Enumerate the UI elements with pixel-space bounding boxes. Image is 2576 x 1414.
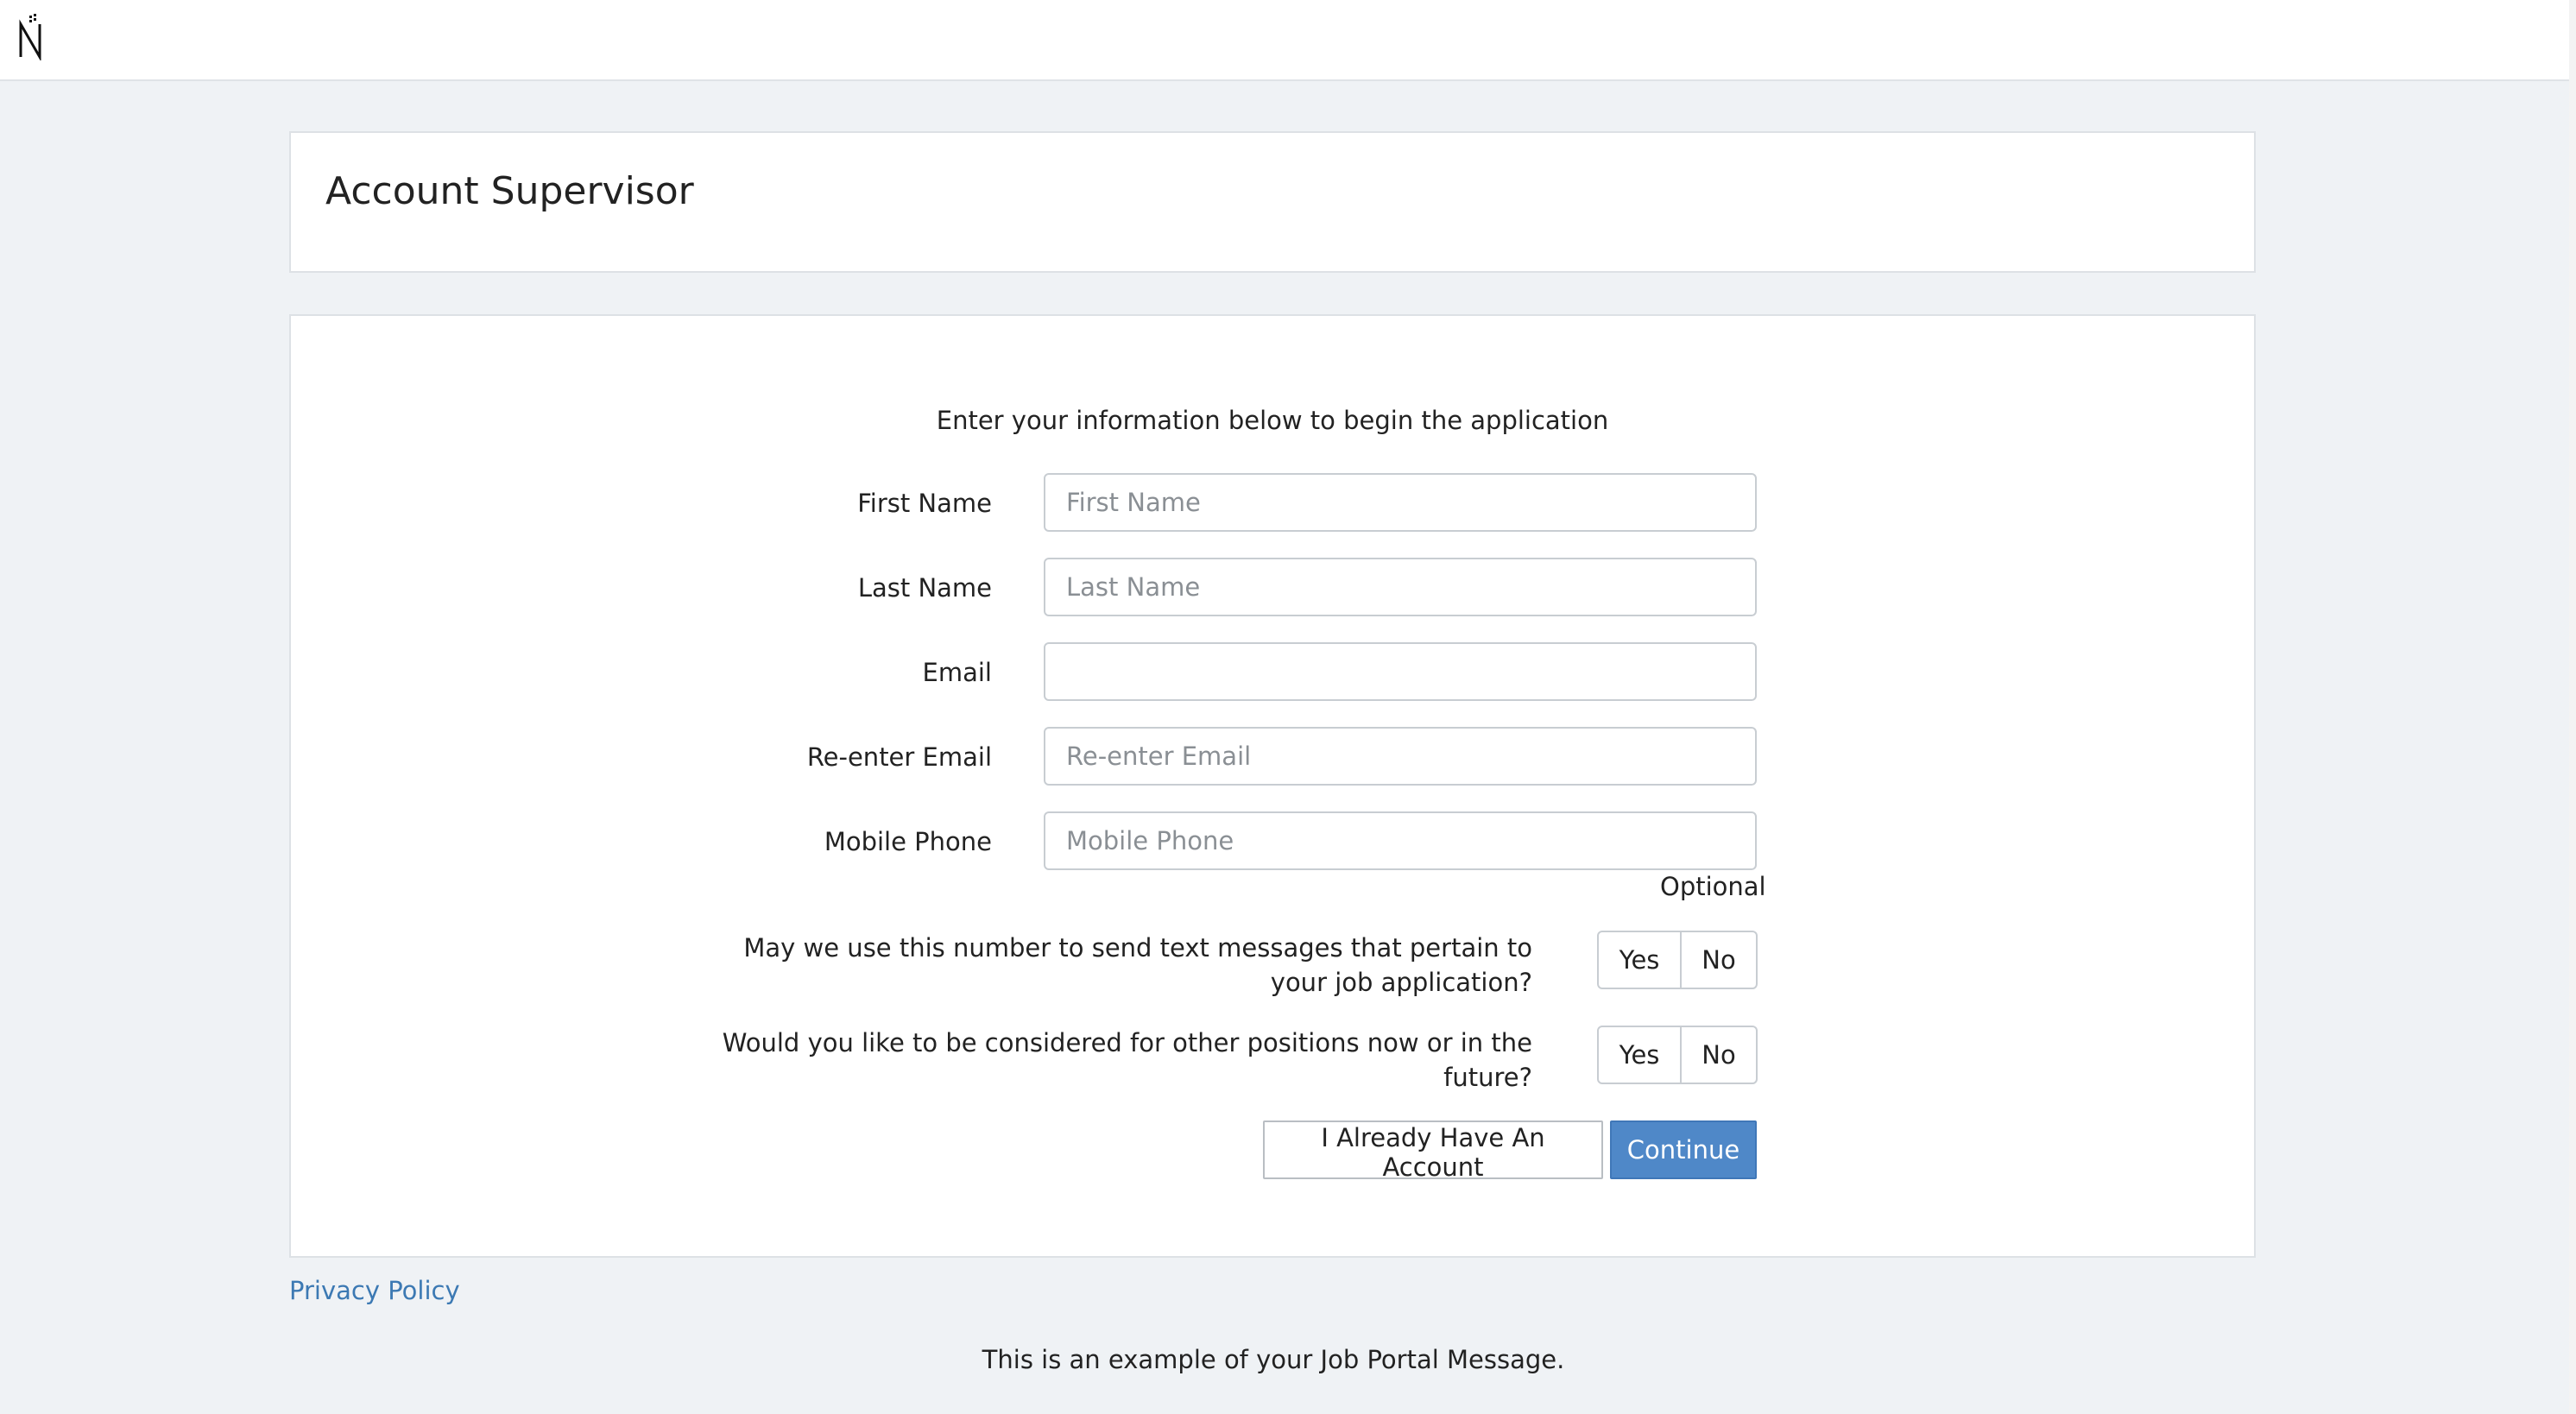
optional-note: Optional: [1660, 872, 1766, 901]
text-consent-question: May we use this number to send text mess…: [743, 933, 1532, 997]
text-consent-toggle: Yes No: [1597, 931, 1758, 989]
mobile-phone-input[interactable]: [1044, 811, 1757, 870]
first-name-input[interactable]: [1044, 473, 1757, 532]
existing-account-button[interactable]: I Already Have An Account: [1263, 1120, 1603, 1182]
scrollbar[interactable]: [2569, 0, 2576, 1414]
first-name-label: First Name: [857, 489, 992, 518]
application-form: Enter your information below to begin th…: [289, 314, 2256, 1258]
job-portal-message: This is an example of your Job Portal Me…: [982, 1345, 1565, 1374]
email-input[interactable]: [1044, 642, 1757, 701]
last-name-label: Last Name: [857, 573, 992, 603]
reenter-email-row: Re-enter Email: [291, 727, 2254, 787]
email-row: Email: [291, 642, 2254, 703]
other-positions-toggle: Yes No: [1597, 1026, 1758, 1084]
reenter-email-input[interactable]: [1044, 727, 1757, 786]
privacy-policy-link[interactable]: Privacy Policy: [289, 1276, 460, 1305]
title-panel: Account Supervisor: [289, 131, 2256, 273]
text-consent-no-button[interactable]: No: [1682, 931, 1758, 989]
continue-button[interactable]: Continue: [1610, 1120, 1757, 1179]
n-logo-icon[interactable]: [17, 12, 45, 60]
reenter-email-label: Re-enter Email: [806, 742, 992, 772]
form-intro: Enter your information below to begin th…: [936, 406, 1609, 435]
other-positions-no-button[interactable]: No: [1682, 1026, 1758, 1084]
email-label: Email: [922, 658, 992, 687]
mobile-phone-row: Mobile Phone: [291, 811, 2254, 872]
mobile-phone-label: Mobile Phone: [824, 827, 992, 856]
last-name-row: Last Name: [291, 558, 2254, 618]
page-title: Account Supervisor: [325, 169, 694, 213]
first-name-row: First Name: [291, 473, 2254, 533]
top-bar: [0, 0, 2569, 81]
last-name-input[interactable]: [1044, 558, 1757, 616]
text-consent-yes-button[interactable]: Yes: [1597, 931, 1682, 989]
other-positions-yes-button[interactable]: Yes: [1597, 1026, 1682, 1084]
other-positions-question: Would you like to be considered for othe…: [722, 1028, 1532, 1092]
